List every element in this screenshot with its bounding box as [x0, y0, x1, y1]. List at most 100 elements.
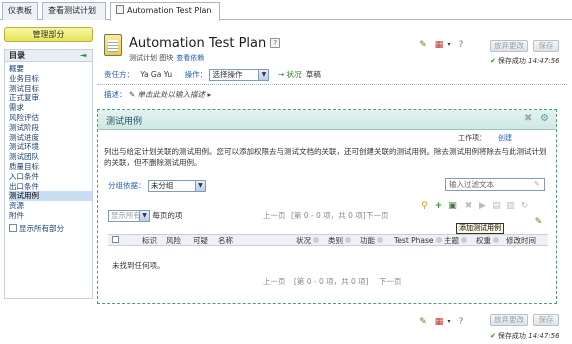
sort-icon	[313, 237, 319, 243]
sidebar-item[interactable]: 测试阶段	[9, 123, 92, 133]
sidebar-item[interactable]: 质量目标	[9, 162, 92, 172]
footer-icons: ✎ ▦ ▾ ?	[418, 317, 478, 329]
sidebar-item[interactable]: 测试团队	[9, 152, 92, 162]
discard-changes-button[interactable]: 放弃更改	[490, 40, 528, 52]
sidebar-item[interactable]: 正式复审	[9, 93, 92, 103]
owner-row: 责任方： Ya Ga Yu 操作： 选择操作 ▼ → 状况 草稿	[104, 69, 564, 81]
column-label: Test Phase	[394, 236, 434, 245]
column-header[interactable]: 主题	[444, 235, 467, 246]
save-button[interactable]: 保存	[533, 314, 559, 326]
calendar-icon[interactable]: ▦	[434, 40, 444, 50]
dropdown-arrow-icon[interactable]: ▾	[444, 40, 454, 50]
group-by-select[interactable]: 未分组 ▼	[147, 180, 206, 192]
filter-input[interactable]: 输入过滤文本 ✎	[445, 178, 545, 191]
show-select[interactable]: 显示所有 ▼	[108, 210, 150, 222]
column-label: 主题	[444, 236, 459, 245]
create-link[interactable]: 创建	[498, 134, 512, 142]
column-header[interactable]: 可疑	[193, 235, 208, 246]
tab-dashboard[interactable]: 仪表板	[2, 2, 38, 20]
next-page-link[interactable]: 下一页	[366, 210, 389, 222]
description-row: 描述： ✎ 单击此处以输入描述 ▸	[104, 89, 211, 100]
sidebar-item[interactable]: 风险评估	[9, 113, 92, 123]
description-placeholder[interactable]: ✎ 单击此处以输入描述 ▸	[129, 90, 211, 99]
toc-list: 概要 业务目标 测试目标 正式复审 需求 风险评估 测试阶段 测试进度 测试环境 测试团队 质量目标…	[5, 62, 92, 221]
tab-label: 仪表板	[8, 6, 32, 15]
sort-icon	[493, 237, 499, 243]
group-by-value: 未分组	[150, 181, 174, 190]
column-header[interactable]: 功能	[360, 235, 383, 246]
sidebar-item[interactable]: 测试目标	[9, 84, 92, 94]
save-button[interactable]: 保存	[533, 40, 559, 52]
filter-placeholder: 输入过滤文本	[449, 180, 494, 189]
help-icon[interactable]: ?	[270, 38, 281, 48]
chevron-down-icon: ▼	[139, 211, 149, 221]
sidebar-item[interactable]: 资源	[9, 201, 92, 211]
prev-page-link[interactable]: 上一页	[263, 210, 286, 222]
show-select-value: 显示所有	[111, 211, 141, 220]
group-by-row: 分组依据： 未分组 ▼	[108, 180, 206, 192]
manage-sections-button[interactable]: 管理部分	[4, 27, 93, 42]
column-header[interactable]: 名称	[218, 235, 233, 246]
section-description: 列出与给定计划关联的测试用例。您可以添加权限去与测试文档的关联，还可创建关联的测…	[104, 147, 547, 167]
column-header[interactable]: 类别	[328, 235, 351, 246]
group-by-label: 分组依据：	[108, 181, 146, 190]
help-icon[interactable]: ?	[456, 40, 466, 50]
column-label: 功能	[360, 236, 375, 245]
sort-icon	[377, 237, 383, 243]
close-icon[interactable]: ✖	[524, 114, 534, 124]
sidebar-item[interactable]: 测试进度	[9, 133, 92, 143]
show-all-label: 显示所有部分	[19, 223, 64, 233]
saved-label: 保存成功	[497, 332, 526, 340]
save-status: ✔ 保存成功 14:47:56	[490, 56, 560, 66]
action-select[interactable]: 选择操作 ▼	[209, 69, 270, 81]
column-header[interactable]: 风险	[166, 235, 181, 246]
page-title: Automation Test Plan?	[129, 36, 281, 51]
dropdown-arrow-icon[interactable]: ▾	[444, 317, 454, 327]
check-icon: ✔	[490, 57, 496, 65]
help-icon[interactable]: ?	[456, 317, 466, 327]
calendar-icon[interactable]: ▦	[434, 317, 444, 327]
sidebar-item[interactable]: 测试环境	[9, 142, 92, 152]
clear-filter-icon[interactable]: ✎	[534, 180, 542, 188]
view-dependencies-link[interactable]: 查看依赖	[176, 54, 204, 62]
sidebar-item[interactable]: 出口条件	[9, 182, 92, 192]
action-label: 操作：	[184, 70, 208, 79]
pin-icon[interactable]: ⇥	[80, 52, 88, 60]
owner-value[interactable]: Ya Ga Yu	[140, 70, 172, 79]
page-title-text: Automation Test Plan	[129, 36, 267, 51]
header-icons: ✎ ▦ ▾ ?	[418, 40, 478, 52]
discard-changes-button[interactable]: 放弃更改	[490, 314, 528, 326]
gear-icon[interactable]: ⚙	[540, 114, 550, 124]
items-per-page-label: 每页的项	[152, 211, 183, 220]
sidebar-item[interactable]: 测试用例	[9, 191, 92, 202]
sidebar-item[interactable]: 需求	[9, 103, 92, 113]
sidebar-item[interactable]: 业务目标	[9, 74, 92, 84]
sidebar-item[interactable]: 入口条件	[9, 172, 92, 182]
column-header[interactable]: 标识	[142, 235, 157, 246]
chevron-down-icon: ▼	[194, 181, 205, 191]
show-all-checkbox[interactable]	[9, 223, 17, 232]
column-header[interactable]: 权重	[476, 235, 499, 246]
prev-page-link[interactable]: 上一页	[263, 277, 286, 286]
pager-bottom: 上一页 [第 0 - 0 项，共 0 项] 下一页	[263, 276, 401, 287]
sidebar-item[interactable]: 概要	[9, 64, 92, 74]
tag-icon[interactable]: ✎	[418, 317, 428, 327]
column-header[interactable]: Test Phase	[394, 235, 442, 246]
tab-view-test-plans[interactable]: 查看测试计划	[42, 2, 106, 20]
sidebar: 管理部分 目录 ⇥ 概要 业务目标 测试目标 正式复审 需求 风险评估 测试阶段 测试进度 测试…	[4, 27, 93, 339]
pager-top: 显示所有 ▼ 每页的项 上一页 [第 0 - 0 项，共 0 项] 下一页	[108, 210, 548, 222]
sidebar-item[interactable]: 附件	[9, 211, 92, 221]
empty-message: 未找到任何项。	[112, 261, 165, 270]
tag-icon[interactable]: ✎	[418, 40, 428, 50]
next-page-link[interactable]: 下一页	[379, 277, 402, 286]
action-select-value: 选择操作	[212, 70, 243, 79]
column-header[interactable]: 修改时间	[506, 235, 536, 246]
tooltip: 添加测试用例	[456, 223, 504, 234]
show-all-sections[interactable]: 显示所有部分	[5, 223, 92, 234]
toc-header: 目录 ⇥	[5, 50, 92, 62]
column-header[interactable]: 状况	[296, 235, 319, 246]
select-all-checkbox[interactable]	[112, 236, 119, 243]
work-items-label: 工作项：	[458, 134, 486, 142]
sort-icon	[461, 237, 467, 243]
tab-automation-test-plan[interactable]: Automation Test Plan	[110, 2, 220, 21]
